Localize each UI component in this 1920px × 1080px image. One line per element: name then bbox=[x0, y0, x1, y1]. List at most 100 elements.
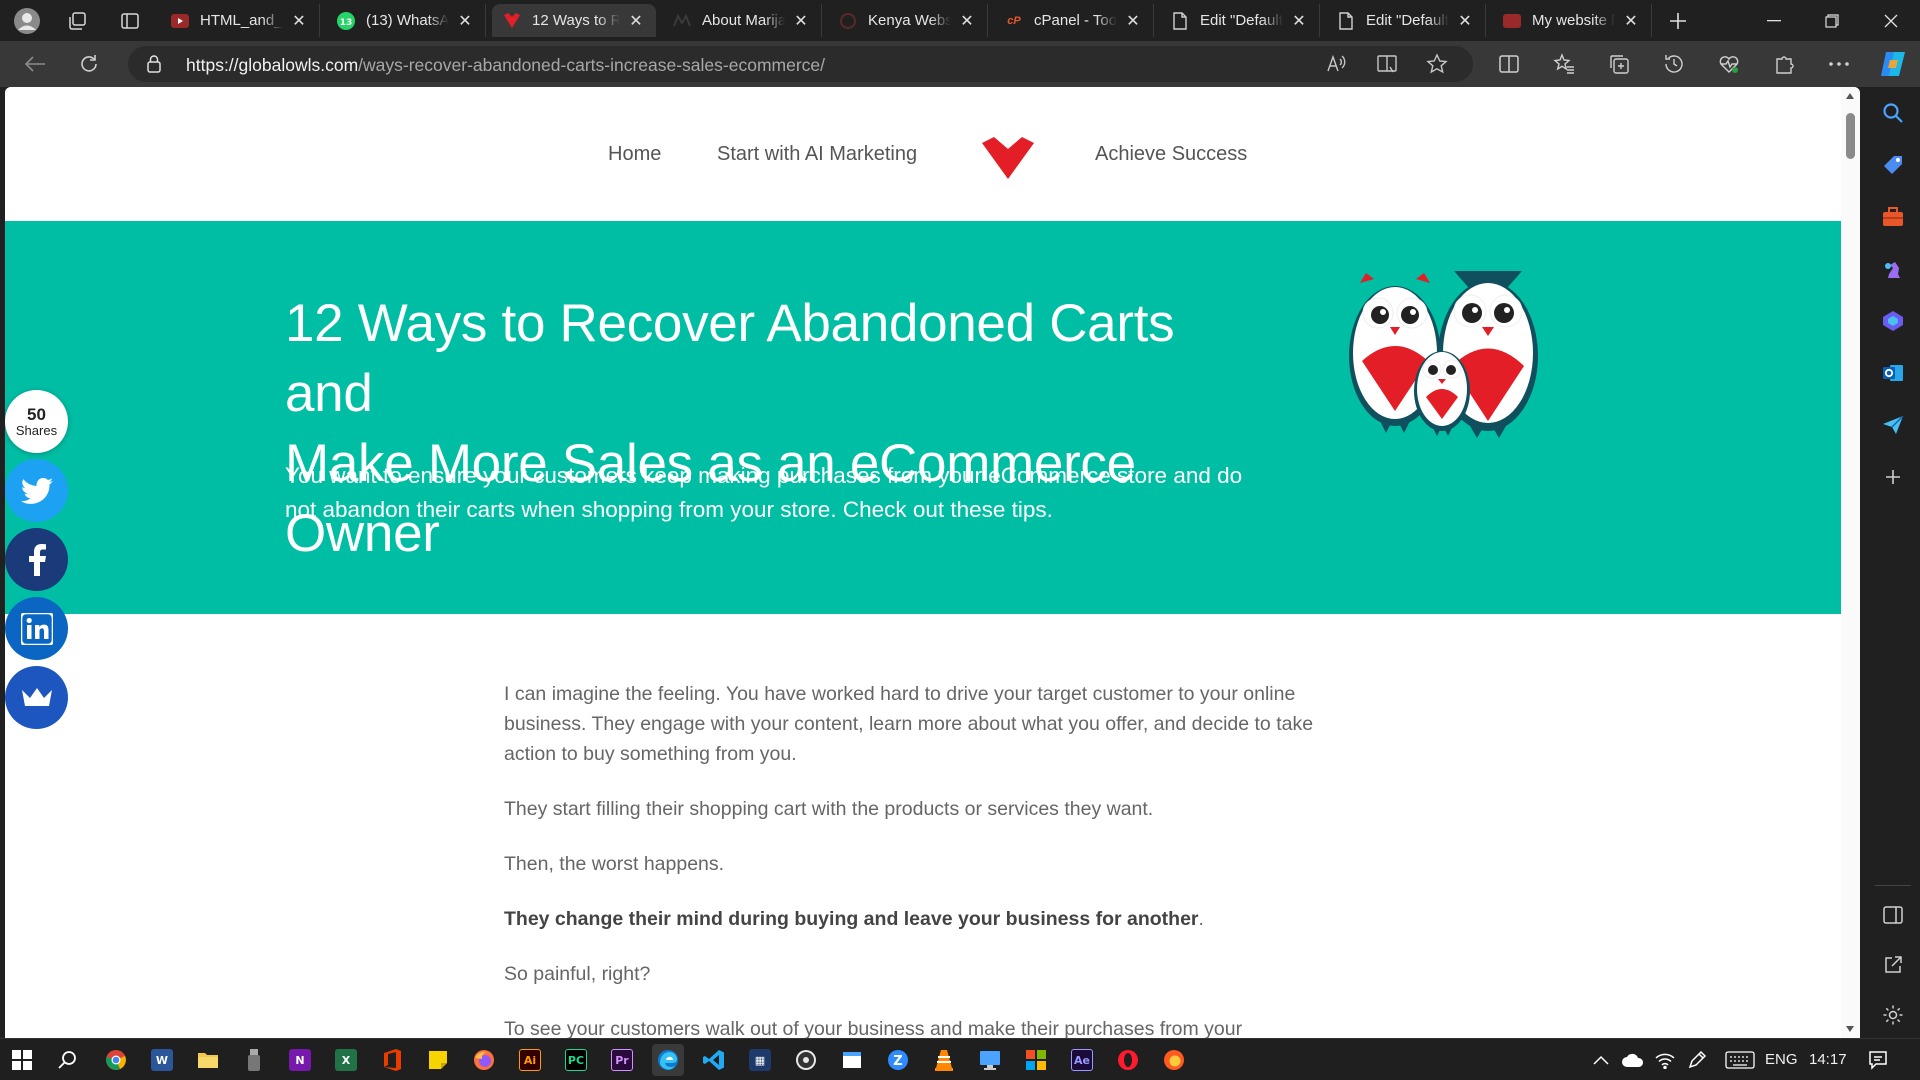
close-icon[interactable]: ✕ bbox=[957, 11, 977, 31]
tab-my-website-list[interactable]: My website list ✕ bbox=[1492, 4, 1652, 37]
workspaces-icon[interactable] bbox=[53, 0, 101, 41]
onedrive-cloud-icon[interactable] bbox=[1617, 1044, 1649, 1076]
split-screen-icon[interactable] bbox=[1490, 45, 1528, 83]
facebook-share-button[interactable] bbox=[5, 528, 68, 591]
tools-briefcase-icon[interactable] bbox=[1877, 201, 1909, 233]
vscode-icon[interactable] bbox=[698, 1044, 730, 1076]
url-text[interactable]: https://globalowls.com/ways-recover-aban… bbox=[186, 55, 825, 76]
close-icon[interactable]: ✕ bbox=[1621, 11, 1641, 31]
sticky-notes-icon[interactable] bbox=[422, 1044, 454, 1076]
immersive-reader-icon[interactable] bbox=[1376, 53, 1398, 75]
favorite-star-icon[interactable] bbox=[1426, 53, 1448, 75]
new-tab-plus-icon[interactable] bbox=[1654, 0, 1702, 41]
app-grid-icon[interactable]: ▦ bbox=[744, 1044, 776, 1076]
minimize-icon[interactable] bbox=[1745, 0, 1803, 41]
file-explorer-icon[interactable] bbox=[192, 1044, 224, 1076]
address-bar[interactable]: https://globalowls.com/ways-recover-aban… bbox=[128, 46, 1473, 82]
tab-cpanel[interactable]: cP cPanel - Tools ✕ bbox=[994, 4, 1154, 37]
edge-taskbar-icon[interactable] bbox=[652, 1044, 684, 1076]
wifi-icon[interactable] bbox=[1649, 1044, 1681, 1076]
close-icon[interactable]: ✕ bbox=[1123, 11, 1143, 31]
globalowls-heart-logo-icon[interactable] bbox=[980, 137, 1036, 179]
shopping-tag-icon[interactable] bbox=[1877, 149, 1909, 181]
onenote-icon[interactable]: N bbox=[284, 1044, 316, 1076]
close-icon[interactable]: ✕ bbox=[626, 11, 646, 31]
excel-icon[interactable]: X bbox=[330, 1044, 362, 1076]
show-hidden-icons-chevron-icon[interactable] bbox=[1585, 1044, 1617, 1076]
notifications-icon[interactable] bbox=[1862, 1044, 1894, 1076]
tab-html-and-css[interactable]: HTML_and_CSS ✕ bbox=[160, 4, 320, 37]
obs-icon[interactable] bbox=[790, 1044, 822, 1076]
remote-desktop-icon[interactable] bbox=[974, 1044, 1006, 1076]
window-app-icon[interactable] bbox=[836, 1044, 868, 1076]
close-icon[interactable]: ✕ bbox=[455, 11, 475, 31]
favorites-icon[interactable] bbox=[1545, 45, 1583, 83]
word-icon[interactable]: W bbox=[146, 1044, 178, 1076]
collections-icon[interactable] bbox=[1600, 45, 1638, 83]
window-close-icon[interactable] bbox=[1862, 0, 1920, 41]
nav-achieve-success-link[interactable]: Achieve Success bbox=[1095, 143, 1247, 166]
nav-home-link[interactable]: Home bbox=[608, 143, 661, 166]
vertical-tabs-icon[interactable] bbox=[106, 0, 154, 41]
sidebar-panel-icon[interactable] bbox=[1877, 899, 1909, 931]
crown-share-button[interactable] bbox=[5, 666, 68, 729]
close-icon[interactable]: ✕ bbox=[289, 11, 309, 31]
tab-edit-default-2[interactable]: Edit "Default" ✕ bbox=[1326, 4, 1486, 37]
extensions-icon[interactable] bbox=[1765, 45, 1803, 83]
linkedin-share-button[interactable] bbox=[5, 597, 68, 660]
more-menu-icon[interactable] bbox=[1820, 45, 1858, 83]
input-language[interactable]: ENG bbox=[1765, 1051, 1798, 1068]
tab-whatsapp[interactable]: 13 (13) WhatsApp ✕ bbox=[326, 4, 486, 37]
tab-12-ways-active[interactable]: 12 Ways to Recover ✕ bbox=[492, 4, 656, 37]
profile-avatar-icon[interactable] bbox=[3, 0, 51, 41]
open-external-icon[interactable] bbox=[1877, 949, 1909, 981]
zoom-icon[interactable]: Z bbox=[882, 1044, 914, 1076]
back-arrow-icon[interactable] bbox=[16, 45, 54, 83]
premiere-icon[interactable]: Pr bbox=[606, 1044, 638, 1076]
usb-drive-icon[interactable] bbox=[238, 1044, 270, 1076]
pen-icon[interactable] bbox=[1681, 1044, 1713, 1076]
send-drop-icon[interactable] bbox=[1877, 409, 1909, 441]
outlook-icon[interactable] bbox=[1877, 357, 1909, 389]
twitter-share-button[interactable] bbox=[5, 459, 68, 522]
browser-essentials-icon[interactable] bbox=[1710, 45, 1748, 83]
taskbar-search-icon[interactable] bbox=[52, 1044, 84, 1076]
copilot-icon[interactable] bbox=[1874, 45, 1912, 83]
read-aloud-icon[interactable] bbox=[1326, 53, 1348, 75]
illustrator-icon[interactable]: Ai bbox=[514, 1044, 546, 1076]
pycharm-icon[interactable]: PC bbox=[560, 1044, 592, 1076]
close-icon[interactable]: ✕ bbox=[1289, 11, 1309, 31]
windows-store-icon[interactable] bbox=[1020, 1044, 1052, 1076]
opera-icon[interactable] bbox=[1112, 1044, 1144, 1076]
search-icon[interactable] bbox=[1877, 97, 1909, 129]
add-plus-icon[interactable] bbox=[1877, 461, 1909, 493]
games-chess-icon[interactable] bbox=[1877, 253, 1909, 285]
close-icon[interactable]: ✕ bbox=[791, 11, 811, 31]
copilot-designer-icon[interactable] bbox=[1877, 305, 1909, 337]
tab-title: (13) WhatsApp bbox=[366, 12, 449, 29]
chrome-icon[interactable] bbox=[100, 1044, 132, 1076]
clock-time[interactable]: 14:17 bbox=[1809, 1051, 1847, 1068]
scroll-up-arrow-icon[interactable] bbox=[1846, 93, 1854, 99]
settings-gear-icon[interactable] bbox=[1877, 999, 1909, 1031]
scroll-down-arrow-icon[interactable] bbox=[1846, 1026, 1854, 1032]
refresh-icon[interactable] bbox=[70, 45, 108, 83]
firefox-icon[interactable] bbox=[468, 1044, 500, 1076]
windows-start-icon[interactable] bbox=[6, 1044, 38, 1076]
after-effects-icon[interactable]: Ae bbox=[1066, 1044, 1098, 1076]
page-scrollbar[interactable] bbox=[1841, 87, 1860, 1038]
history-icon[interactable] bbox=[1655, 45, 1693, 83]
tab-edit-default-1[interactable]: Edit "Default" ✕ bbox=[1160, 4, 1320, 37]
tab-kenya-website[interactable]: Kenya Website ✕ bbox=[828, 4, 988, 37]
tab-about-marija[interactable]: About Marija ✕ bbox=[662, 4, 822, 37]
restore-icon[interactable] bbox=[1803, 0, 1861, 41]
nav-ai-marketing-link[interactable]: Start with AI Marketing bbox=[717, 143, 917, 166]
scroll-thumb[interactable] bbox=[1846, 113, 1855, 159]
firefox-alt-icon[interactable] bbox=[1158, 1044, 1190, 1076]
office-icon[interactable] bbox=[376, 1044, 408, 1076]
vlc-icon[interactable] bbox=[928, 1044, 960, 1076]
lock-icon[interactable] bbox=[146, 54, 162, 74]
touch-keyboard-icon[interactable] bbox=[1720, 1044, 1760, 1076]
twitter-bird-icon bbox=[20, 477, 53, 504]
close-icon[interactable]: ✕ bbox=[1455, 11, 1475, 31]
